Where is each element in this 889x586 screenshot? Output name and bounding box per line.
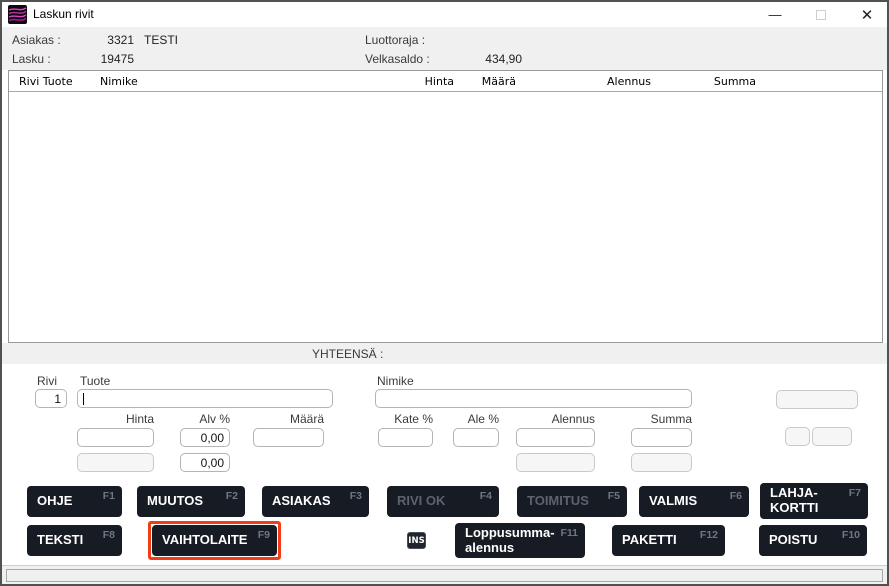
- maara-field[interactable]: [253, 428, 324, 447]
- fkey-f12: F12: [699, 529, 718, 541]
- hinta-field[interactable]: [77, 428, 154, 447]
- ins-badge: INS: [407, 532, 426, 549]
- alennus-label: Alennus: [551, 412, 595, 426]
- nimike-field[interactable]: [375, 389, 692, 408]
- alv-label: Alv %: [199, 412, 230, 426]
- totals-strip: YHTEENSÄ :: [2, 343, 887, 364]
- maara-label: Määrä: [289, 412, 324, 426]
- col-alennus: Alennus: [607, 75, 651, 88]
- kate-label: Kate %: [394, 412, 433, 426]
- asiakas-number: 3321: [107, 33, 134, 47]
- nimike-label: Nimike: [377, 374, 414, 388]
- valmis-button[interactable]: VALMIS F6: [639, 486, 749, 517]
- vaihtolaite-button[interactable]: VAIHTOLAITE F9: [152, 525, 277, 556]
- poistu-button[interactable]: POISTU F10: [759, 525, 867, 556]
- velkasaldo-label: Velkasaldo :: [365, 52, 430, 66]
- kate-field[interactable]: [378, 428, 433, 447]
- alv-field[interactable]: [180, 428, 230, 447]
- tuote-field[interactable]: [77, 389, 333, 408]
- ohje-button[interactable]: OHJE F1: [27, 486, 122, 517]
- status-bar: [2, 565, 887, 584]
- fkey-f6: F6: [729, 490, 742, 502]
- table-header-row: Rivi Tuote Nimike Hinta Määrä Alennus Su…: [9, 71, 882, 92]
- rivi-ok-button: RIVI OK F4: [387, 486, 499, 517]
- luottoraja-label: Luottoraja :: [365, 33, 426, 47]
- toimitus-button: TOIMITUS F5: [517, 486, 627, 517]
- col-summa: Summa: [713, 75, 756, 88]
- ale-field[interactable]: [453, 428, 499, 447]
- col-hinta: Hinta: [424, 75, 454, 88]
- minimize-button[interactable]: —: [758, 2, 792, 27]
- teksti-button[interactable]: TEKSTI F8: [27, 525, 122, 556]
- ale-label: Ale %: [467, 412, 499, 426]
- row-entry-form: Rivi Tuote Nimike Hinta Alv % Määrä Kate…: [2, 364, 887, 482]
- rivi-field[interactable]: [35, 389, 67, 408]
- fkey-f4: F4: [479, 490, 492, 502]
- fkey-f11: F11: [560, 527, 578, 539]
- fkey-f1: F1: [102, 490, 115, 502]
- window-title: Laskun rivit: [33, 7, 94, 21]
- col-maara: Määrä: [481, 75, 516, 88]
- maximize-icon: [816, 9, 826, 20]
- velkasaldo-value: 434,90: [485, 52, 522, 66]
- title-bar: Laskun rivit — ✕: [2, 2, 887, 27]
- summa-field-2: [631, 453, 692, 472]
- lasku-label: Lasku :: [12, 52, 51, 66]
- summa-label: Summa: [650, 412, 692, 426]
- status-message-panel: [6, 569, 883, 582]
- asiakas-name: TESTI: [144, 33, 179, 47]
- hinta-label: Hinta: [125, 412, 154, 426]
- extra-field-3: [812, 427, 852, 446]
- extra-field-2: [785, 427, 810, 446]
- fkey-f8: F8: [102, 529, 115, 541]
- fkey-f2: F2: [225, 490, 238, 502]
- alennus-field[interactable]: [516, 428, 595, 447]
- invoice-header: Asiakas : 3321 TESTI Lasku : 19475 Luott…: [2, 27, 887, 70]
- yhteensa-label: YHTEENSÄ :: [312, 347, 384, 361]
- fkey-f5: F5: [607, 490, 620, 502]
- extra-field-1: [776, 390, 858, 409]
- fkey-f7: F7: [848, 487, 861, 499]
- fkey-f9: F9: [257, 529, 270, 541]
- hinta-field-2: [77, 453, 154, 472]
- col-rivi-tuote: Rivi Tuote: [19, 75, 73, 88]
- rivi-label: Rivi: [37, 374, 57, 388]
- tuote-label: Tuote: [80, 374, 111, 388]
- laskun-rivit-window: Laskun rivit — ✕ Asiakas : 3321 TESTI La…: [0, 0, 889, 586]
- col-nimike: Nimike: [100, 75, 138, 88]
- lahjakortti-button[interactable]: LAHJA-KORTTI F7: [760, 483, 868, 519]
- lasku-number: 19475: [100, 52, 134, 66]
- close-button[interactable]: ✕: [850, 2, 884, 27]
- asiakas-button[interactable]: ASIAKAS F3: [262, 486, 369, 517]
- maximize-button: [804, 2, 838, 27]
- paketti-button[interactable]: PAKETTI F12: [612, 525, 725, 556]
- text-cursor: [83, 393, 84, 405]
- muutos-button[interactable]: MUUTOS F2: [137, 486, 245, 517]
- asiakas-label: Asiakas :: [12, 33, 61, 47]
- invoice-rows-table[interactable]: Rivi Tuote Nimike Hinta Määrä Alennus Su…: [8, 70, 883, 343]
- fkey-f10: F10: [841, 529, 860, 541]
- loppusumma-alennus-button[interactable]: Loppusumma-alennus F11: [455, 523, 585, 558]
- app-logo-icon: [8, 5, 27, 24]
- fkey-f3: F3: [349, 490, 362, 502]
- alv-field-2[interactable]: [180, 453, 230, 472]
- alennus-field-2: [516, 453, 595, 472]
- summa-field[interactable]: [631, 428, 692, 447]
